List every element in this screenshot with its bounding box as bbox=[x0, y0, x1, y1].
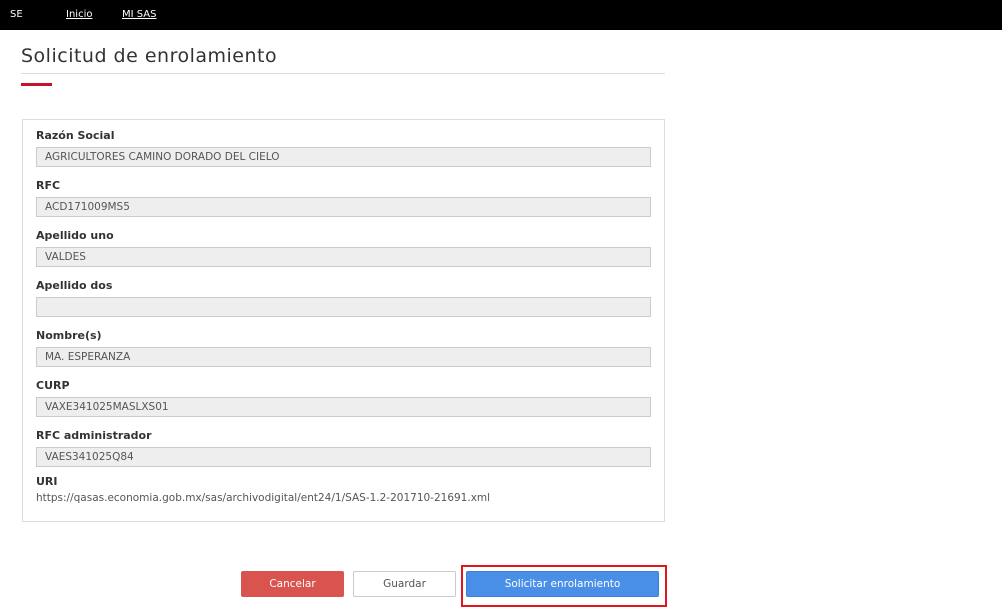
page-title: Solicitud de enrolamiento bbox=[21, 45, 278, 67]
nav-link-inicio[interactable]: Inicio bbox=[66, 9, 92, 20]
rfc-field[interactable] bbox=[36, 197, 651, 217]
apellido-dos-label: Apellido dos bbox=[36, 279, 113, 292]
nombre-label: Nombre(s) bbox=[36, 329, 102, 342]
apellido-uno-field[interactable] bbox=[36, 247, 651, 267]
razon-social-label: Razón Social bbox=[36, 129, 115, 142]
curp-label: CURP bbox=[36, 379, 70, 392]
save-button[interactable]: Guardar bbox=[353, 571, 456, 597]
nombre-field[interactable] bbox=[36, 347, 651, 367]
title-divider bbox=[21, 73, 665, 74]
nav-link-mi-sas[interactable]: MI SAS bbox=[122, 9, 156, 20]
top-navbar: SE Inicio MI SAS bbox=[0, 0, 1002, 30]
brand-label: SE bbox=[10, 9, 23, 20]
curp-field[interactable] bbox=[36, 397, 651, 417]
uri-label: URI bbox=[36, 475, 58, 488]
apellido-uno-label: Apellido uno bbox=[36, 229, 114, 242]
rfc-label: RFC bbox=[36, 179, 61, 192]
cancel-button[interactable]: Cancelar bbox=[241, 571, 344, 597]
apellido-dos-field[interactable] bbox=[36, 297, 651, 317]
title-accent-bar bbox=[21, 83, 52, 86]
rfc-administrador-field[interactable] bbox=[36, 447, 651, 467]
rfc-administrador-label: RFC administrador bbox=[36, 429, 152, 442]
razon-social-field[interactable] bbox=[36, 147, 651, 167]
uri-value: https://qasas.economia.gob.mx/sas/archiv… bbox=[36, 492, 491, 504]
request-enrollment-button[interactable]: Solicitar enrolamiento bbox=[466, 571, 659, 597]
